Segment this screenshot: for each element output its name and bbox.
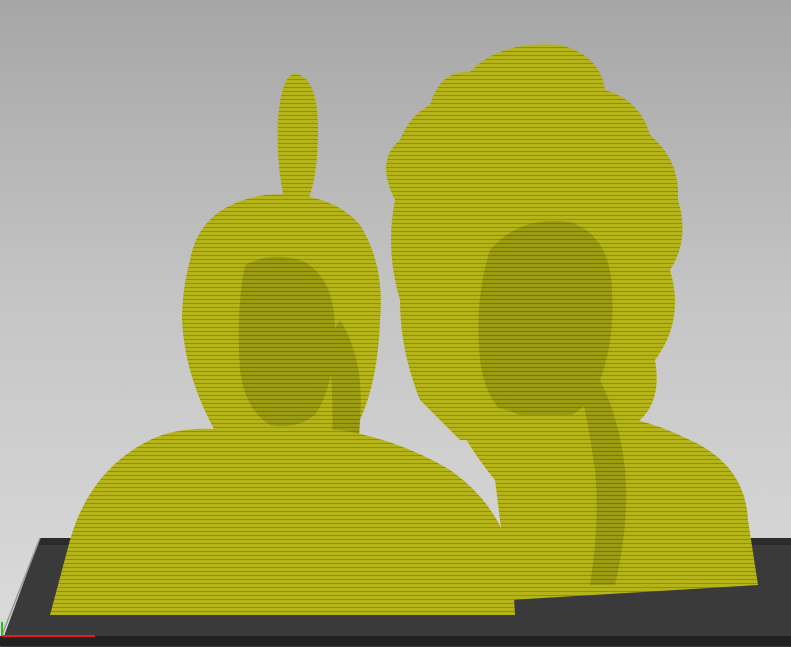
face-left	[238, 256, 335, 427]
feather	[277, 73, 318, 205]
scene-canvas[interactable]	[0, 0, 791, 647]
torso-left	[50, 428, 515, 615]
3d-viewport[interactable]	[0, 0, 791, 647]
